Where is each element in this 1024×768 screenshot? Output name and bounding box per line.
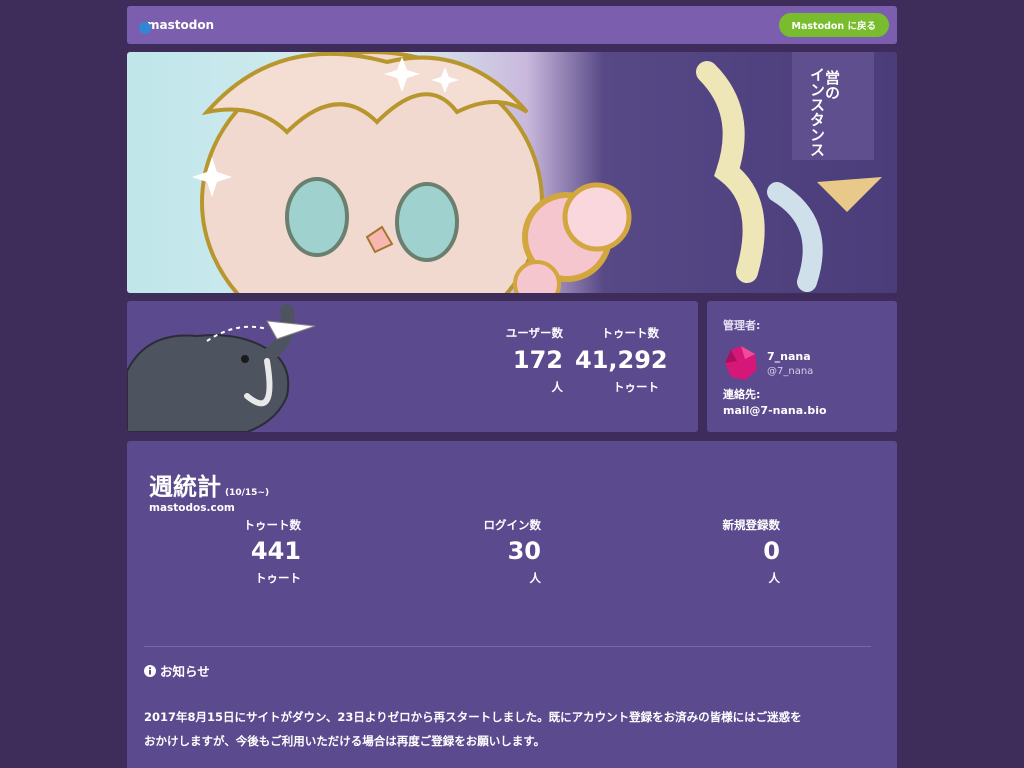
back-to-mastodon-button[interactable]: Mastodon に戻る (778, 13, 889, 37)
weekly-signups-unit: 人 (768, 571, 781, 586)
toots-unit: トゥート (613, 380, 659, 395)
admin-handle: @7_nana (767, 365, 814, 377)
weekly-signups-label: 新規登録数 (722, 518, 781, 532)
weekly-logins-value: 30 (507, 537, 541, 565)
toots-stat: トゥート数 41,292 トゥート (575, 325, 668, 395)
users-stat: ユーザー数 172 人 (495, 325, 563, 395)
mastodon-logo[interactable]: mastodon (139, 18, 215, 34)
weekly-signups-value: 0 (763, 537, 780, 565)
users-count: 172 (512, 346, 563, 374)
admin-card: 管理者: 7_nana @7_nana 連絡先: mail@7-nana.bio (707, 301, 897, 432)
weekly-host: mastodos.com (149, 502, 235, 514)
weekly-logins-stat: ログイン数 30 人 (473, 517, 542, 586)
logo-text: mastodon (147, 18, 215, 32)
section-divider (144, 646, 871, 647)
weekly-range: (10/15~) (225, 488, 270, 498)
toots-label: トゥート数 (601, 326, 660, 340)
admin-label: 管理者: (723, 319, 761, 332)
admin-name: 7_nana (767, 349, 811, 363)
users-unit: 人 (551, 380, 564, 395)
contact-label: 連絡先: (723, 388, 761, 401)
weekly-logins-unit: 人 (529, 571, 542, 586)
info-circle-icon (144, 664, 156, 677)
hero-banner: 営の インスタンス (127, 52, 897, 293)
weekly-stats-card: 週統計 (10/15~) mastodos.com トゥート数 441 トゥート… (127, 441, 897, 768)
contact-email[interactable]: mail@7-nana.bio (723, 404, 881, 417)
banner-title-2: インスタンス (808, 67, 826, 157)
weekly-logins-label: ログイン数 (483, 518, 542, 532)
weekly-toots-label: トゥート数 (243, 518, 302, 532)
notice-line-1: 2017年8月15日にサイトがダウン、23日よりゼロから再スタートしました。既に… (144, 710, 802, 724)
notice-heading-text: お知らせ (160, 664, 210, 679)
notice-line-2: おかけしますが、今後もご利用いただける場合は再度ご登録をお願いします。 (144, 734, 546, 748)
weekly-heading: 週統計 (149, 473, 221, 501)
notice-heading: お知らせ (144, 661, 210, 680)
weekly-title: 週統計 (10/15~) (149, 467, 269, 502)
mastodon-logo-icon (139, 22, 151, 34)
weekly-toots-value: 441 (250, 537, 301, 565)
weekly-toots-unit: トゥート (255, 571, 301, 586)
admin-avatar-icon[interactable] (723, 345, 759, 381)
toots-count: 41,292 (575, 346, 668, 374)
mascot-elephant-illustration (127, 304, 316, 432)
notice-body: 2017年8月15日にサイトがダウン、23日よりゼロから再スタートしました。既に… (144, 705, 884, 753)
top-bar: mastodon Mastodon に戻る (127, 6, 897, 44)
weekly-signups-stat: 新規登録数 0 人 (710, 517, 781, 586)
instance-stats-card: ユーザー数 172 人 トゥート数 41,292 トゥート (127, 301, 698, 432)
banner-illustration: 営の インスタンス (192, 52, 882, 293)
weekly-toots-stat: トゥート数 441 トゥート (235, 517, 302, 586)
admin-profile[interactable]: 7_nana @7_nana (723, 345, 881, 381)
users-label: ユーザー数 (505, 326, 563, 340)
